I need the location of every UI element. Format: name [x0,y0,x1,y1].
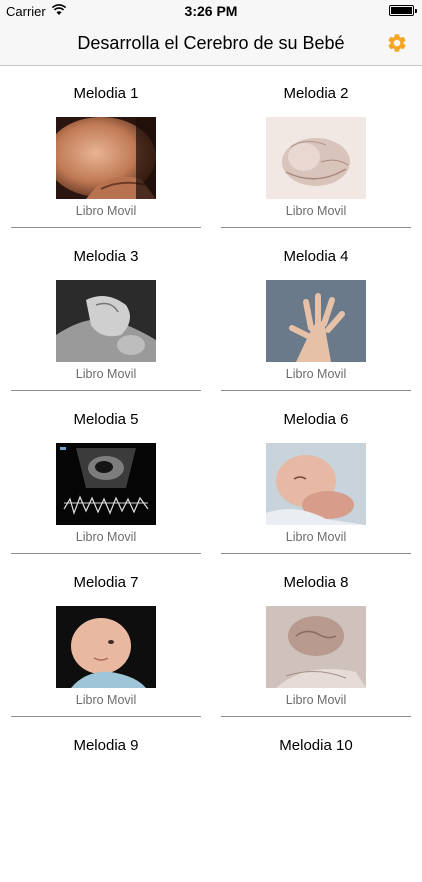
melody-cell[interactable]: Melodia 3 Libro Movil [11,230,201,393]
sleeping-baby-sepia-photo [266,117,366,199]
melody-title: Melodia 7 [73,574,139,591]
melody-subtitle: Libro Movil [285,367,347,381]
melody-cell[interactable]: Melodia 8 Libro Movil [221,556,411,719]
cell-divider [221,716,411,717]
gear-icon[interactable] [386,32,408,54]
cell-divider [11,716,201,717]
melody-cell[interactable]: Melodia 7 Libro Movil [11,556,201,719]
melody-title: Melodia 2 [283,85,349,102]
melody-subtitle: Libro Movil [285,693,347,707]
melody-subtitle: Libro Movil [75,367,137,381]
baby-fist-sepia-photo [266,606,366,688]
status-bar: Carrier 3:26 PM [0,0,422,22]
melody-title: Melodia 3 [73,248,139,265]
melody-subtitle: Libro Movil [75,204,137,218]
pregnant-belly-photo [56,117,156,199]
ultrasound-photo [56,443,156,525]
melody-subtitle: Libro Movil [75,693,137,707]
navigation-bar: Desarrolla el Cerebro de su Bebé [0,22,422,66]
cell-divider [221,390,411,391]
battery-icon [389,5,417,16]
cell-divider [221,553,411,554]
melody-title: Melodia 4 [283,248,349,265]
baby-hand-photo [266,280,366,362]
melody-title: Melodia 10 [279,737,353,754]
baby-looking-up-photo [56,606,156,688]
melody-title: Melodia 1 [73,85,139,102]
melody-cell[interactable]: Melodia 4 Libro Movil [221,230,411,393]
melody-cell[interactable]: Melodia 6 Libro Movil [221,393,411,556]
status-time: 3:26 PM [184,3,238,19]
melody-subtitle: Libro Movil [75,530,137,544]
newborn-sleeping-photo [266,443,366,525]
melody-cell[interactable]: Melodia 2 Libro Movil [221,67,411,230]
cell-divider [11,553,201,554]
cell-divider [11,390,201,391]
cell-divider [11,227,201,228]
holding-baby-hand-bw-photo [56,280,156,362]
melody-subtitle: Libro Movil [285,530,347,544]
cell-divider [221,227,411,228]
page-title: Desarrolla el Cerebro de su Bebé [77,33,345,53]
melody-title: Melodia 5 [73,411,139,428]
melody-subtitle: Libro Movil [285,204,347,218]
melody-title: Melodia 8 [283,574,349,591]
melody-cell[interactable]: Melodia 10 [221,719,411,882]
melody-title: Melodia 6 [283,411,349,428]
melody-cell[interactable]: Melodia 5 Libro Movil [11,393,201,556]
melody-cell[interactable]: Melodia 9 [11,719,201,882]
melody-cell[interactable]: Melodia 1 Libro Movil [11,67,201,230]
melody-title: Melodia 9 [73,737,139,754]
